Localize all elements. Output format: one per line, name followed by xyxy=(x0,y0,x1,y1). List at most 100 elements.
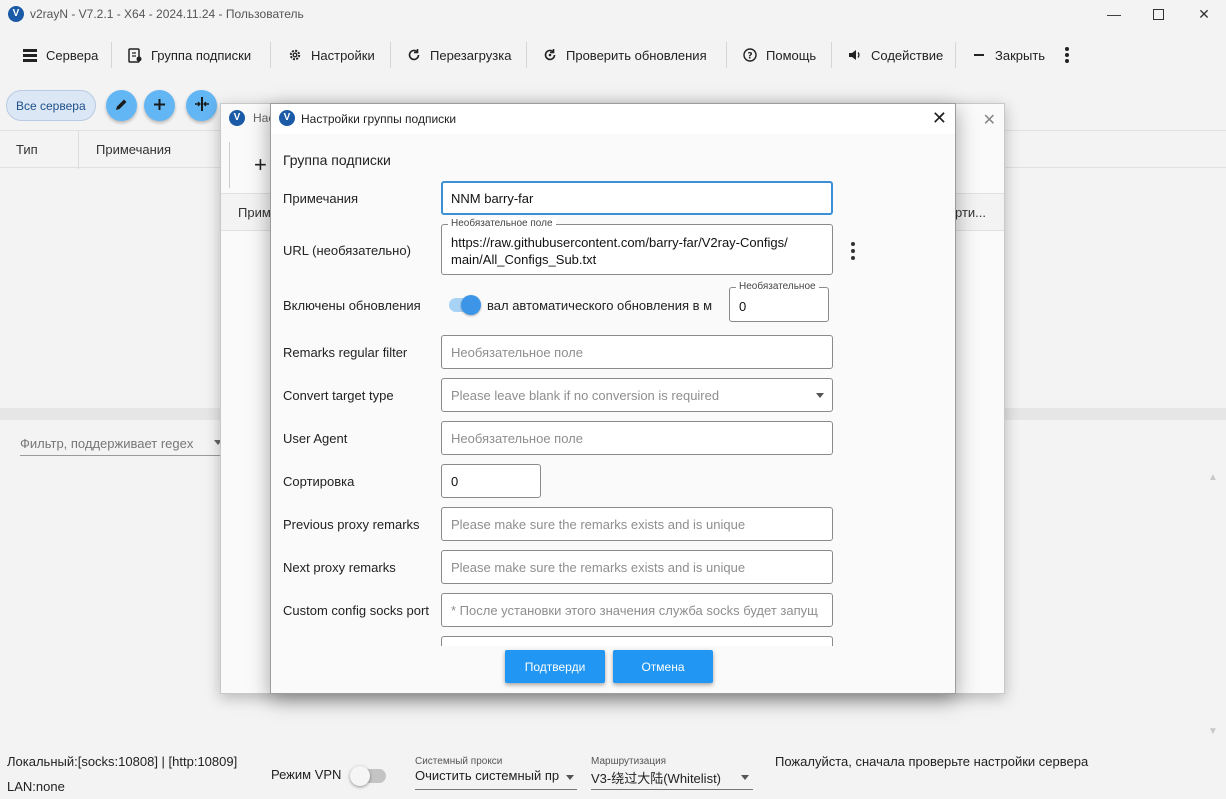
speed-test-button[interactable] xyxy=(186,90,217,121)
socks-port-label: Custom config socks port xyxy=(283,603,429,618)
remarks-field[interactable]: NNM barry-far xyxy=(441,181,833,215)
convert-target-placeholder: Please leave blank if no conversion is r… xyxy=(451,388,720,403)
menu-check-updates-label: Проверить обновления xyxy=(566,47,707,63)
column-remarks[interactable]: Прим xyxy=(238,205,271,220)
status-message: Пожалуйста, сначала проверьте настройки … xyxy=(775,754,1089,769)
menu-close-label: Закрыть xyxy=(995,47,1046,63)
system-proxy-value: Очистить системный пр xyxy=(415,768,560,783)
speaker-icon xyxy=(847,47,863,63)
socks-port-placeholder: * После установки этого значения служба … xyxy=(451,603,818,618)
main-menu: Сервера Группа подписки Настройки Переза… xyxy=(0,34,1226,76)
status-bar: Локальный:[socks:10808] | [http:10809] L… xyxy=(0,748,1226,799)
more-menu-icon[interactable] xyxy=(1064,34,1070,76)
scroll-down-icon[interactable]: ▼ xyxy=(1206,726,1220,740)
all-servers-chip[interactable]: Все сервера xyxy=(6,90,96,121)
url-field[interactable]: Необязательное поле https://raw.githubus… xyxy=(441,218,833,275)
sort-label: Сортировка xyxy=(283,474,355,489)
menu-divider xyxy=(726,42,727,68)
menu-divider xyxy=(955,42,956,68)
chevron-down-icon xyxy=(816,393,824,398)
column-remarks[interactable]: Примечания xyxy=(96,142,171,157)
interval-float-label: Необязательное xyxy=(736,281,819,292)
column-sort[interactable]: рти... xyxy=(955,205,986,220)
remarks-filter-placeholder: Необязательное поле xyxy=(451,345,583,360)
menu-divider xyxy=(390,42,391,68)
menu-help[interactable]: ? Помощь xyxy=(742,34,816,76)
plus-icon xyxy=(154,98,165,113)
more-options-icon[interactable] xyxy=(851,242,855,260)
url-value-line2: main/All_Configs_Sub.txt xyxy=(451,252,597,267)
menu-divider xyxy=(270,42,271,68)
url-float-label: Необязательное поле xyxy=(448,218,556,229)
scroll-up-icon[interactable]: ▲ xyxy=(1206,472,1220,486)
update-interval-field[interactable]: Необязательное 0 xyxy=(729,281,829,322)
menu-divider xyxy=(526,42,527,68)
remarks-filter-label: Remarks regular filter xyxy=(283,345,408,360)
clipped-field-area xyxy=(441,636,833,646)
window-close-icon[interactable]: ✕ xyxy=(1192,4,1216,24)
menu-promotion-label: Содействие xyxy=(871,47,944,63)
help-icon: ? xyxy=(742,47,758,63)
menu-servers[interactable]: Сервера xyxy=(22,34,98,76)
system-proxy-select[interactable]: Очистить системный пр xyxy=(415,768,577,790)
add-subscription-icon[interactable]: + xyxy=(254,152,267,178)
menu-promotion[interactable]: Содействие xyxy=(847,34,943,76)
menu-subscription-group[interactable]: Группа подписки xyxy=(127,34,251,76)
user-agent-field[interactable]: Необязательное поле xyxy=(441,421,833,455)
menu-help-label: Помощь xyxy=(766,47,817,63)
remarks-label: Примечания xyxy=(283,191,359,206)
routing-label: Маршрутизация xyxy=(591,756,667,767)
cancel-button[interactable]: Отмена xyxy=(613,650,713,683)
edit-button[interactable] xyxy=(106,90,137,121)
window-titlebar: V v2rayN - V7.2.1 - X64 - 2024.11.24 - П… xyxy=(0,0,1226,30)
next-proxy-label: Next proxy remarks xyxy=(283,560,396,575)
menu-subscription-label: Группа подписки xyxy=(151,47,252,63)
sort-field[interactable]: 0 xyxy=(441,464,541,498)
menu-divider xyxy=(111,42,112,68)
remarks-filter-field[interactable]: Необязательное поле xyxy=(441,335,833,369)
section-title: Группа подписки xyxy=(283,152,391,168)
dialog-titlebar: V Настройки группы подписки ✕ xyxy=(271,104,955,134)
menu-settings[interactable]: Настройки xyxy=(287,34,375,76)
minimize-icon[interactable]: — xyxy=(1102,4,1126,24)
confirm-button[interactable]: Подтверди xyxy=(505,650,605,683)
convert-target-select[interactable]: Please leave blank if no conversion is r… xyxy=(441,378,833,412)
v2rayn-logo-icon: V xyxy=(8,6,24,22)
routing-value: V3-绕过大陆(Whitelist) xyxy=(591,771,722,786)
next-proxy-placeholder: Please make sure the remarks exists and … xyxy=(451,560,746,575)
vpn-mode-label: Режим VPN xyxy=(271,767,342,782)
updates-label: Включены обновления xyxy=(283,298,421,313)
lan-text: LAN:none xyxy=(7,779,65,794)
next-proxy-field[interactable]: Please make sure the remarks exists and … xyxy=(441,550,833,584)
maximize-icon[interactable] xyxy=(1146,4,1170,24)
auto-update-interval-text: вал автоматического обновления в м xyxy=(487,298,713,313)
routing-select[interactable]: V3-绕过大陆(Whitelist) xyxy=(591,768,753,790)
menu-reload[interactable]: Перезагрузка xyxy=(406,34,511,76)
user-agent-label: User Agent xyxy=(283,431,348,446)
socks-port-field[interactable]: * После установки этого значения служба … xyxy=(441,593,833,627)
dialog-title: Настройки группы подписки xyxy=(301,112,457,126)
vpn-mode-toggle[interactable] xyxy=(350,766,386,786)
close-icon[interactable]: ✕ xyxy=(932,109,947,127)
split-icon xyxy=(194,97,209,114)
prev-proxy-field[interactable]: Please make sure the remarks exists and … xyxy=(441,507,833,541)
chevron-down-icon xyxy=(741,775,749,780)
close-icon[interactable]: ✕ xyxy=(983,110,996,130)
column-type[interactable]: Тип xyxy=(16,142,38,157)
log-filter-input[interactable]: Фильтр, поддерживает regex xyxy=(20,436,222,456)
v2rayn-logo-icon: V xyxy=(279,110,295,126)
menu-close[interactable]: Закрыть xyxy=(971,34,1045,76)
gear-icon xyxy=(287,47,303,63)
prev-proxy-placeholder: Please make sure the remarks exists and … xyxy=(451,517,746,532)
menu-check-updates[interactable]: Проверить обновления xyxy=(542,34,707,76)
add-button[interactable] xyxy=(144,90,175,121)
local-ports-text: Локальный:[socks:10808] | [http:10809] xyxy=(7,754,238,769)
prev-proxy-label: Previous proxy remarks xyxy=(283,517,420,532)
update-interval-value: 0 xyxy=(739,299,747,314)
clipped-field[interactable] xyxy=(441,636,833,646)
menu-servers-label: Сервера xyxy=(46,47,99,63)
servers-icon xyxy=(22,47,38,63)
menu-settings-label: Настройки xyxy=(311,47,375,63)
reload-icon xyxy=(406,47,422,63)
updates-toggle[interactable] xyxy=(449,295,481,315)
